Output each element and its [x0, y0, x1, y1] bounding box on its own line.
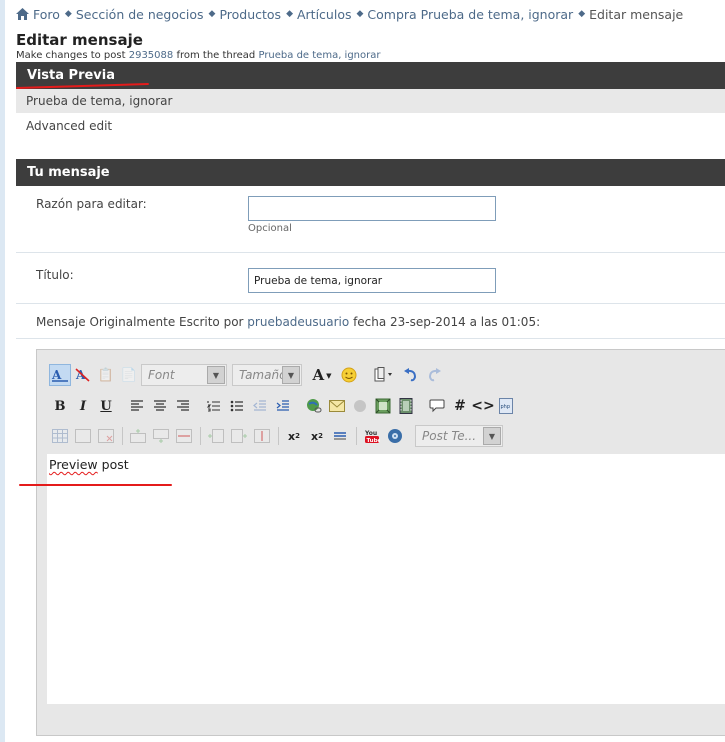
- media-icon[interactable]: [384, 425, 406, 447]
- insert-video-icon[interactable]: [395, 395, 417, 417]
- delete-column-icon[interactable]: [251, 425, 273, 447]
- original-author-link[interactable]: pruebadeusuario: [247, 315, 349, 329]
- editor-toolbar-row-3: x2 x2 You Tube Post Te... ▼: [49, 424, 508, 448]
- horizontal-rule-icon[interactable]: [329, 425, 351, 447]
- message-section-header: Tu mensaje: [16, 159, 725, 186]
- svg-text:You: You: [364, 430, 377, 437]
- insert-email-icon[interactable]: [326, 395, 348, 417]
- breadcrumb: Foro ◆ Sección de negocios ◆ Productos ◆…: [16, 6, 683, 22]
- title-row: Título:: [16, 253, 725, 304]
- original-prefix: Mensaje Originalmente Escrito por: [36, 315, 244, 329]
- thread-title-link[interactable]: Prueba de tema, ignorar: [258, 50, 380, 61]
- breadcrumb-separator-icon: ◆: [286, 9, 293, 19]
- chevron-down-icon[interactable]: ▼: [282, 366, 300, 384]
- hash-icon[interactable]: #: [449, 395, 471, 417]
- editor-toolbar-row-2: B I U # <> php: [49, 394, 518, 418]
- align-center-icon[interactable]: [149, 395, 171, 417]
- svg-text:A: A: [51, 368, 62, 382]
- desc-middle: from the thread: [176, 50, 256, 61]
- align-left-icon[interactable]: [126, 395, 148, 417]
- svg-text:Tube: Tube: [367, 438, 381, 444]
- text-color-icon[interactable]: A ▼: [307, 364, 337, 386]
- clear-formatting-icon[interactable]: A: [72, 364, 94, 386]
- editor-text: post: [97, 457, 129, 472]
- superscript-icon[interactable]: x2: [306, 425, 328, 447]
- red-annotation-underline: [19, 484, 172, 486]
- original-post-info: Mensaje Originalmente Escrito por prueba…: [36, 315, 540, 329]
- remove-link-icon[interactable]: [349, 395, 371, 417]
- php-icon[interactable]: php: [495, 395, 517, 417]
- insert-column-right-icon[interactable]: [228, 425, 250, 447]
- reason-row: Razón para editar: Opcional: [16, 186, 725, 253]
- chevron-down-icon[interactable]: ▼: [207, 366, 225, 384]
- divider: [16, 338, 725, 339]
- font-select-label: Font: [148, 368, 175, 382]
- smiley-icon[interactable]: [338, 364, 360, 386]
- title-label: Título:: [36, 268, 74, 282]
- subscript-icon[interactable]: x2: [283, 425, 305, 447]
- preview-post-title: Prueba de tema, ignorar: [16, 89, 725, 113]
- desc-prefix: Make changes to post: [16, 50, 126, 61]
- page-description: Make changes to post 2935088 from the th…: [16, 50, 381, 61]
- redo-icon[interactable]: [423, 364, 445, 386]
- home-icon[interactable]: [16, 8, 29, 20]
- page: Foro ◆ Sección de negocios ◆ Productos ◆…: [16, 0, 725, 742]
- breadcrumb-link-thread[interactable]: Compra Prueba de tema, ignorar: [367, 7, 573, 22]
- misspelled-word: Preview: [49, 457, 98, 472]
- page-title: Editar mensaje: [16, 31, 143, 49]
- table-properties-icon[interactable]: [72, 425, 94, 447]
- italic-button[interactable]: I: [72, 395, 94, 417]
- reason-input[interactable]: [248, 196, 496, 221]
- delete-row-icon[interactable]: [173, 425, 195, 447]
- reason-label: Razón para editar:: [36, 197, 147, 211]
- quote-icon[interactable]: [426, 395, 448, 417]
- outdent-icon[interactable]: [249, 395, 271, 417]
- size-select[interactable]: Tamaño ▼: [232, 364, 302, 386]
- breadcrumb-separator-icon: ◆: [578, 9, 586, 19]
- delete-table-icon[interactable]: [95, 425, 117, 447]
- post-template-label: Post Te...: [422, 429, 477, 443]
- insert-link-icon[interactable]: [303, 395, 325, 417]
- attachment-icon[interactable]: [369, 364, 399, 386]
- size-select-label: Tamaño: [239, 368, 287, 382]
- svg-text:php: php: [501, 404, 511, 410]
- post-template-select[interactable]: Post Te... ▼: [415, 425, 503, 447]
- youtube-icon[interactable]: You Tube: [361, 425, 383, 447]
- remove-format-icon[interactable]: A: [49, 364, 71, 386]
- editor-toolbar-row-1: A A 📋 📄 Font ▼ Tamaño ▼ A ▼: [49, 363, 446, 387]
- advanced-edit-label[interactable]: Advanced edit: [26, 119, 112, 133]
- align-right-icon[interactable]: [172, 395, 194, 417]
- indent-icon[interactable]: [272, 395, 294, 417]
- insert-row-below-icon[interactable]: [150, 425, 172, 447]
- breadcrumb-current: Editar mensaje: [589, 6, 684, 22]
- reason-hint: Opcional: [248, 223, 292, 234]
- breadcrumb-link-foro[interactable]: Foro: [33, 7, 60, 22]
- paste-text-icon[interactable]: 📄: [118, 364, 140, 386]
- breadcrumb-link-articulos[interactable]: Artículos: [297, 7, 352, 22]
- post-id-link[interactable]: 2935088: [129, 50, 174, 61]
- editor-text-area[interactable]: Preview post: [47, 454, 725, 704]
- code-icon[interactable]: <>: [471, 395, 494, 417]
- breadcrumb-separator-icon: ◆: [64, 9, 72, 19]
- breadcrumb-separator-icon: ◆: [208, 9, 216, 19]
- left-rail: [0, 0, 5, 742]
- bold-button[interactable]: B: [49, 395, 71, 417]
- chevron-down-icon[interactable]: ▼: [483, 427, 501, 445]
- insert-table-icon[interactable]: [49, 425, 71, 447]
- insert-column-left-icon[interactable]: [205, 425, 227, 447]
- original-date: fecha 23-sep-2014 a las 01:05:: [353, 315, 541, 329]
- breadcrumb-link-seccion[interactable]: Sección de negocios: [76, 7, 204, 22]
- font-select[interactable]: Font ▼: [141, 364, 227, 386]
- title-input[interactable]: [248, 268, 496, 293]
- paste-icon[interactable]: 📋: [95, 364, 117, 386]
- insert-image-icon[interactable]: [372, 395, 394, 417]
- breadcrumb-link-productos[interactable]: Productos: [219, 7, 281, 22]
- undo-icon[interactable]: [400, 364, 422, 386]
- ordered-list-icon[interactable]: [203, 395, 225, 417]
- breadcrumb-separator-icon: ◆: [356, 9, 364, 19]
- rich-text-editor: A A 📋 📄 Font ▼ Tamaño ▼ A ▼ B I U # <> p…: [36, 349, 725, 736]
- insert-row-above-icon[interactable]: [127, 425, 149, 447]
- unordered-list-icon[interactable]: [226, 395, 248, 417]
- underline-button[interactable]: U: [95, 395, 117, 417]
